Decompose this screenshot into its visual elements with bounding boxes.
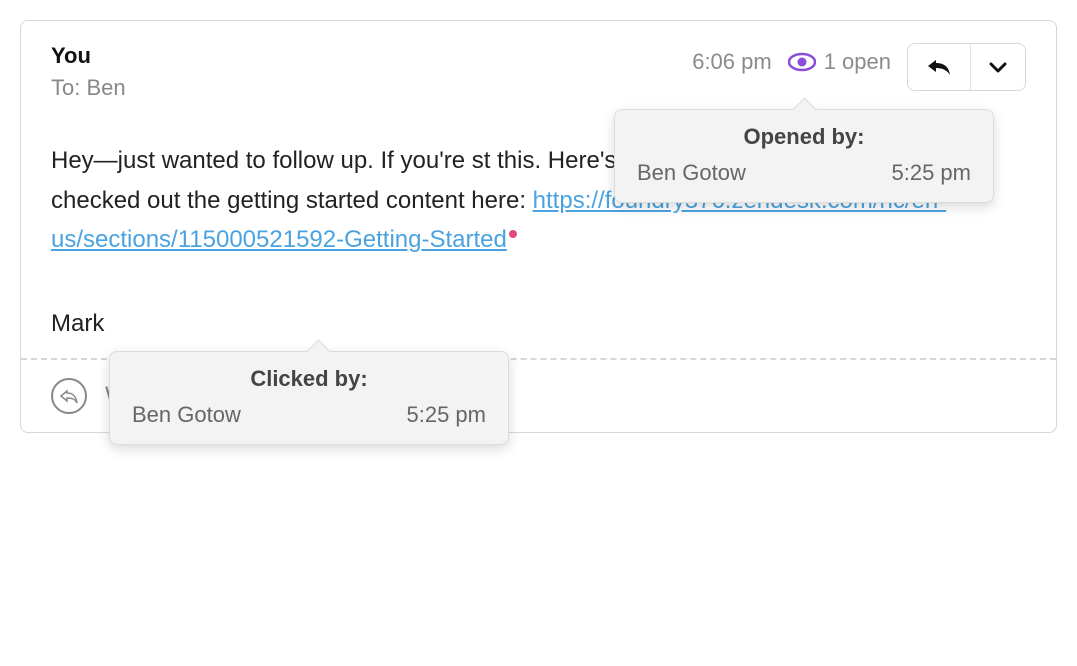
clicked-popover-title: Clicked by: — [132, 366, 486, 392]
chevron-down-icon — [989, 61, 1007, 73]
clicked-popover-time: 5:25 pm — [407, 402, 487, 428]
open-tracker[interactable]: 1 open — [788, 43, 891, 75]
link-tracked-indicator-icon — [509, 230, 517, 238]
eye-icon — [788, 51, 816, 73]
open-count: 1 open — [824, 49, 891, 75]
timestamp: 6:06 pm — [692, 43, 772, 75]
to-prefix: To: — [51, 75, 86, 100]
opened-by-popover: Opened by: Ben Gotow 5:25 pm — [614, 109, 994, 203]
to-recipient: Ben — [86, 75, 125, 100]
reply-arrow-icon — [59, 388, 79, 404]
email-card: You To: Ben 6:06 pm 1 open — [20, 20, 1057, 433]
email-header: You To: Ben 6:06 pm 1 open — [21, 21, 1056, 101]
to-line: To: Ben — [51, 75, 126, 101]
reply-icon — [926, 57, 952, 77]
reply-circle-icon — [51, 378, 87, 414]
opened-popover-title: Opened by: — [637, 124, 971, 150]
clicked-popover-name: Ben Gotow — [132, 402, 241, 428]
opened-popover-name: Ben Gotow — [637, 160, 746, 186]
clicked-by-popover: Clicked by: Ben Gotow 5:25 pm — [109, 351, 509, 445]
more-actions-button[interactable] — [971, 44, 1025, 90]
reply-button[interactable] — [908, 44, 971, 90]
action-buttons — [907, 43, 1026, 91]
opened-popover-time: 5:25 pm — [892, 160, 972, 186]
signature: Mark — [21, 280, 1056, 358]
sender-name: You — [51, 43, 126, 69]
